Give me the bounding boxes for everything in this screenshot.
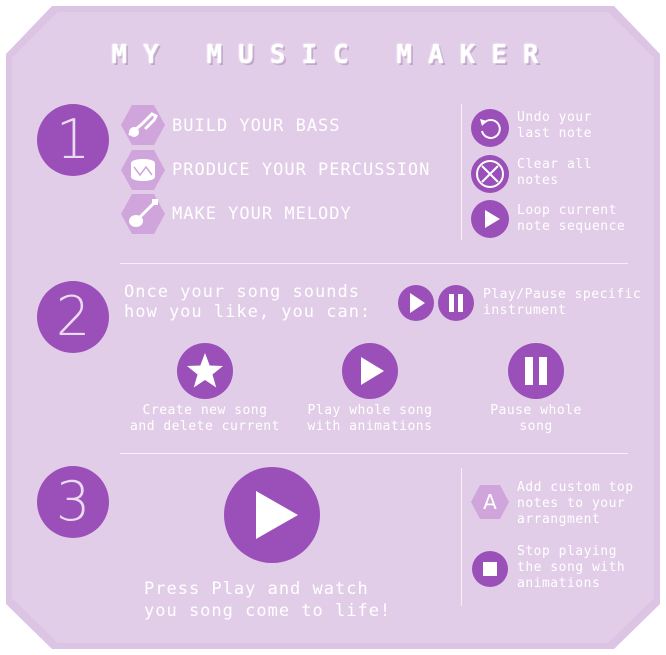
clear-label: Clear all notes (517, 157, 592, 188)
bass-guitar-icon (121, 105, 165, 145)
step1-item-melody: MAKE YOUR MELODY (172, 204, 352, 224)
step1-item-bass: BUILD YOUR BASS (172, 116, 341, 136)
step1-item-percussion: PRODUCE YOUR PERCUSSION (172, 160, 431, 180)
stop-button[interactable] (472, 551, 508, 587)
loop-label: Loop current note sequence (517, 203, 626, 234)
play-icon (361, 357, 384, 385)
play-icon (410, 293, 425, 313)
step3-text: Press Play and watch you song come to li… (144, 579, 392, 621)
guitar-icon (121, 194, 165, 234)
step-3-number: 3 (37, 466, 109, 538)
step-2-number: 2 (37, 281, 109, 353)
new-song-label: Create new song and delete current (130, 403, 280, 434)
stop-icon (483, 562, 497, 576)
section-divider-2 (120, 453, 628, 454)
drum-icon (121, 150, 165, 190)
pause-icon (449, 294, 463, 312)
app-title: MY MUSIC MAKER (111, 40, 555, 70)
undo-label: Undo your last note (517, 110, 592, 141)
loop-button[interactable] (471, 200, 509, 238)
clear-icon (476, 160, 504, 188)
pause-song-button[interactable] (508, 343, 564, 399)
play-pause-label: Play/Pause specific instrument (483, 287, 642, 318)
stop-label: Stop playing the song with animations (517, 544, 626, 591)
letter-a-glyph: A (483, 490, 497, 514)
undo-icon (480, 118, 501, 139)
new-song-button[interactable] (177, 343, 233, 399)
step1-divider (461, 104, 462, 240)
section-divider-1 (120, 263, 628, 264)
play-song-label: Play whole song with animations (307, 403, 433, 434)
pause-song-label: Pause whole song (490, 403, 582, 434)
loop-play-icon (485, 210, 500, 228)
instrument-pause-button[interactable] (438, 285, 474, 321)
step3-divider (461, 468, 462, 606)
clear-button[interactable] (471, 155, 509, 193)
step2-text: Once your song sounds how you like, you … (124, 282, 372, 322)
play-icon (256, 491, 298, 539)
undo-button[interactable] (471, 109, 509, 147)
step-1-number: 1 (37, 104, 109, 176)
pause-icon (525, 357, 547, 385)
star-icon (187, 353, 223, 388)
custom-notes-label: Add custom top notes to your arrangment (517, 480, 634, 527)
main-play-button[interactable] (224, 467, 320, 563)
instrument-play-button[interactable] (398, 285, 434, 321)
play-song-button[interactable] (342, 343, 398, 399)
